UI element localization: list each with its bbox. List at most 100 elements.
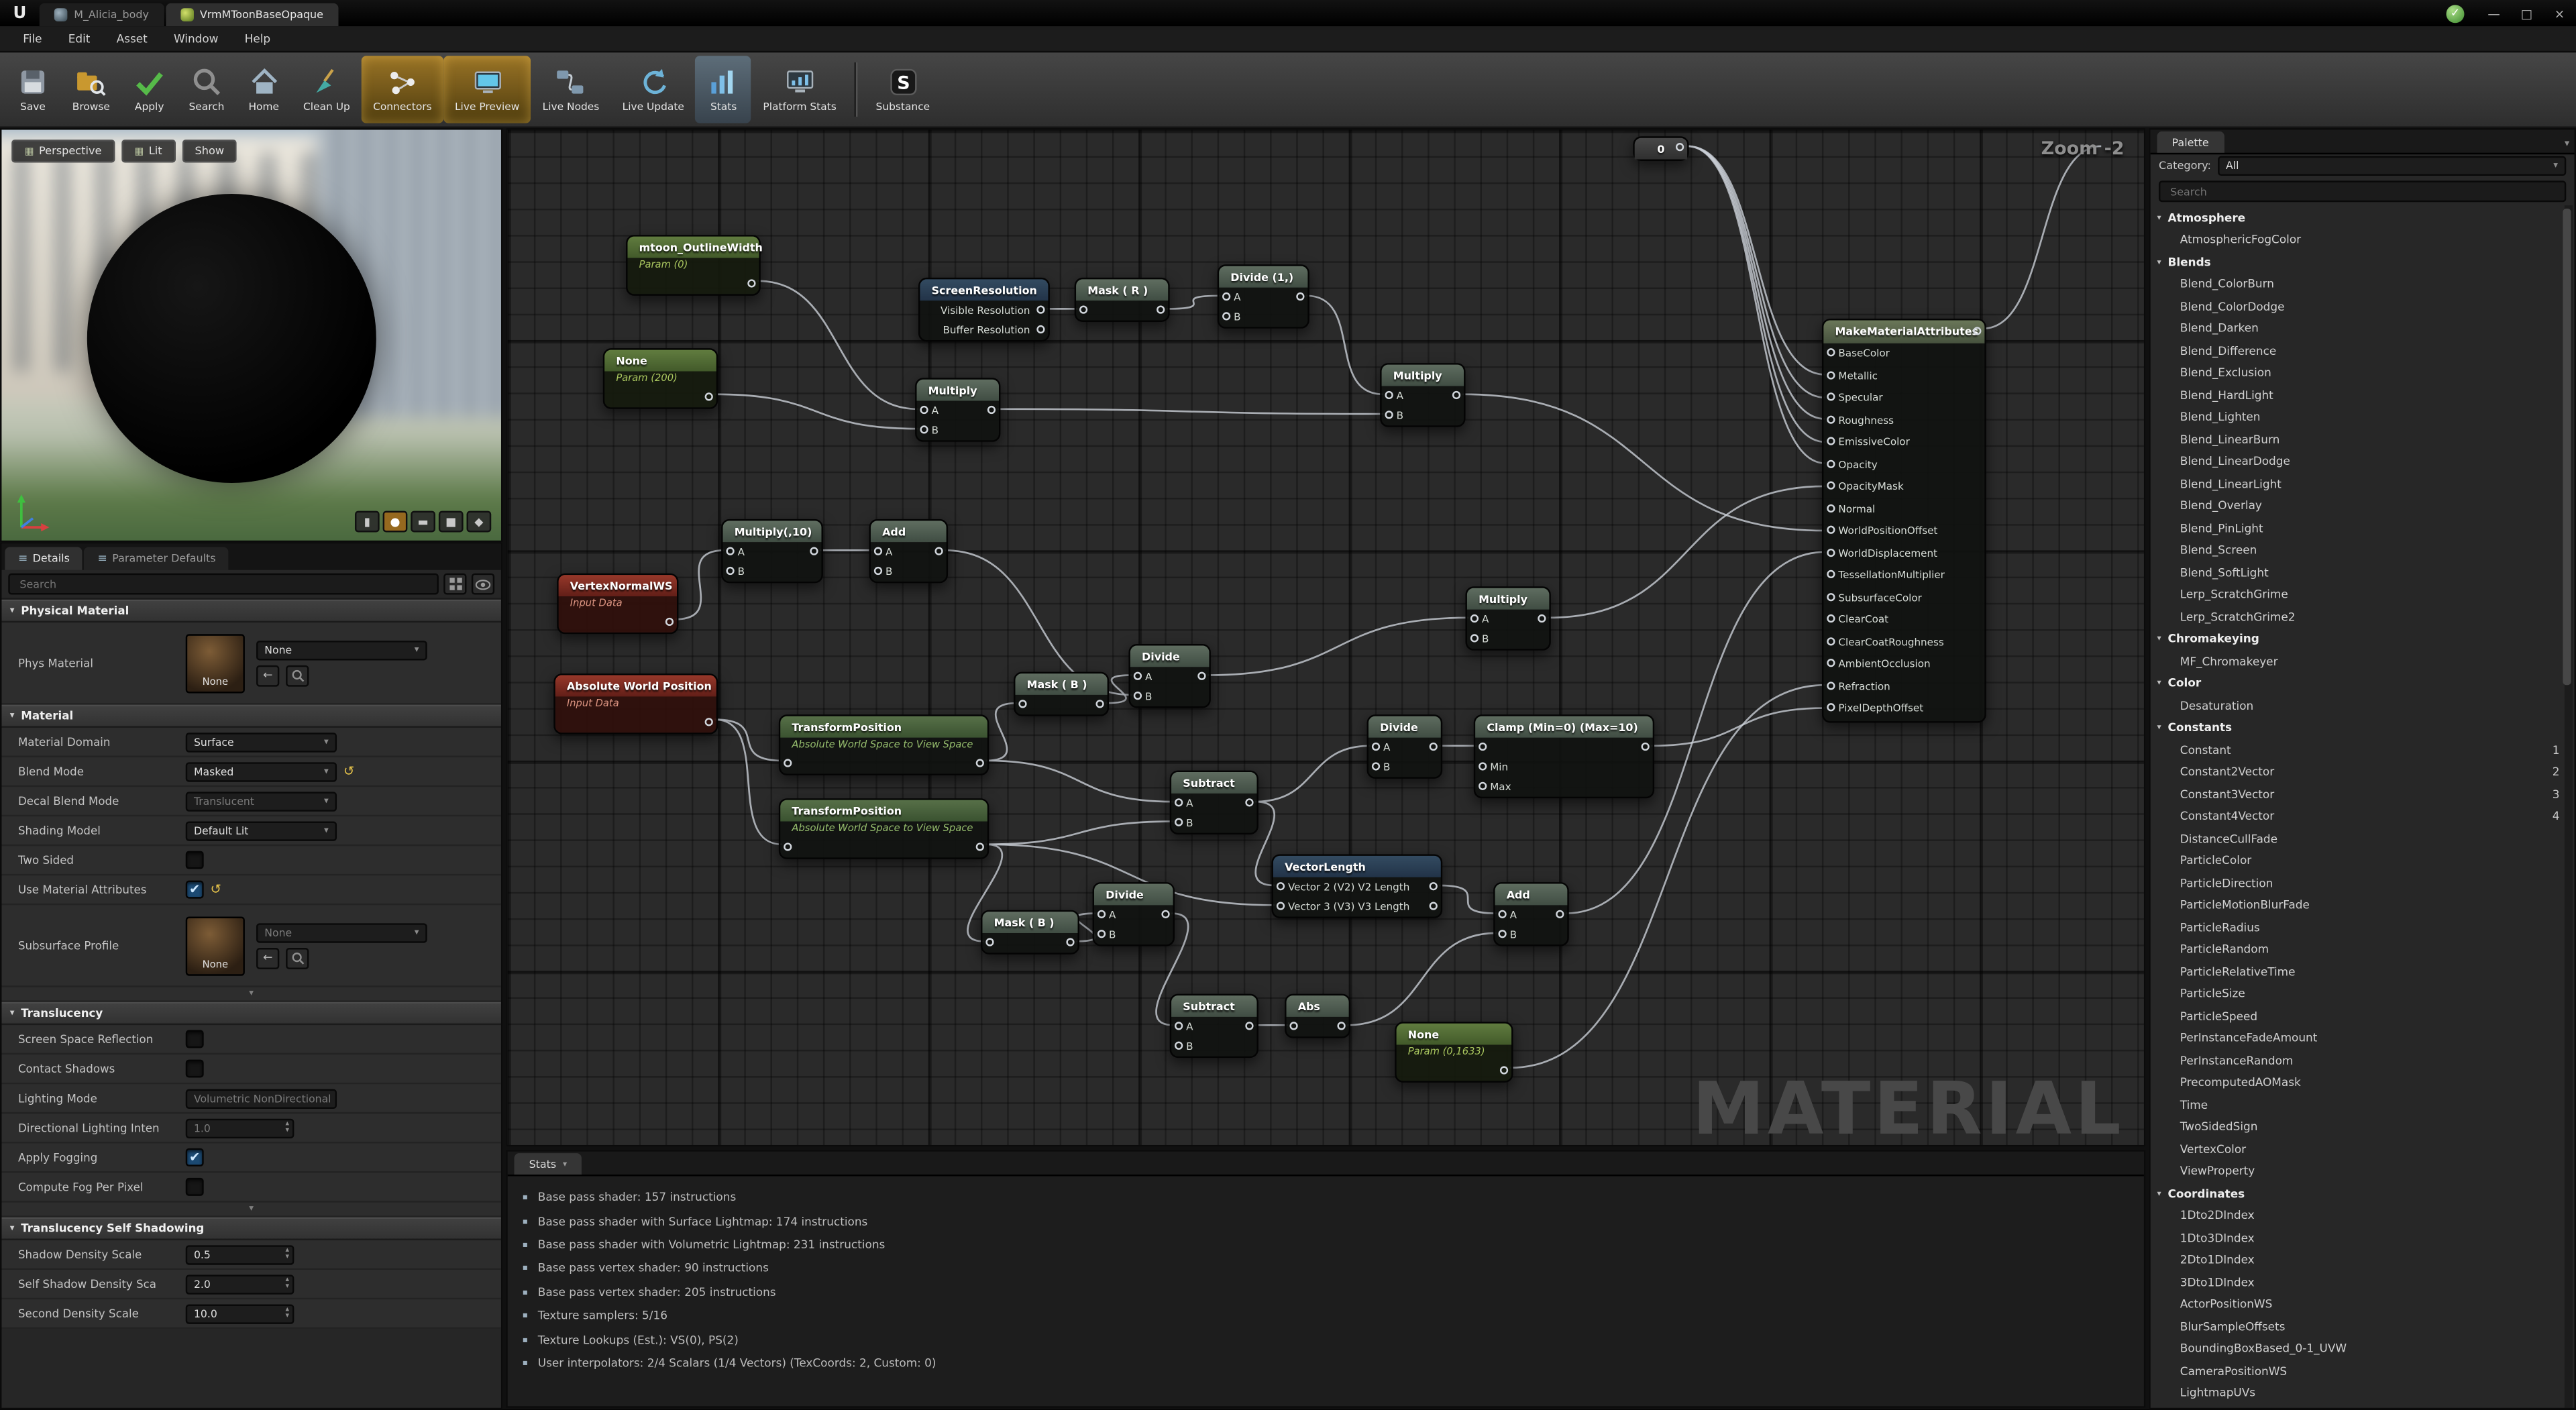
output-pin[interactable] (1676, 143, 1684, 151)
graph-node-param-01633[interactable]: NoneParam (0,1633) (1395, 1022, 1513, 1083)
palette-item-constant3vector[interactable]: Constant3Vector 3 (2151, 783, 2575, 806)
graph-node-multiply-right[interactable]: MultiplyAB (1380, 363, 1465, 427)
palette-item-lightmapuvs[interactable]: LightmapUVs (2151, 1382, 2575, 1405)
palette-item-blend-pinlight[interactable]: Blend_PinLight (2151, 517, 2575, 539)
graph-node-multiply-left[interactable]: MultiplyAB (915, 378, 1000, 442)
palette-item-viewproperty[interactable]: ViewProperty (2151, 1160, 2575, 1183)
reset-to-default-icon[interactable]: ↺ (343, 764, 354, 779)
directional-lighting-inten-field[interactable]: 1.0 ▴▾ (186, 1118, 294, 1138)
display-filter-icon[interactable] (443, 574, 466, 595)
output-pin[interactable] (1197, 671, 1205, 679)
palette-item-blend-colorburn[interactable]: Blend_ColorBurn (2151, 274, 2575, 296)
output-pin[interactable] (1245, 1021, 1253, 1029)
palette-category-dropdown[interactable]: All ▾ (2218, 156, 2566, 176)
spinner-arrows-icon[interactable]: ▴▾ (285, 1307, 289, 1319)
close-button[interactable]: × (2543, 0, 2576, 26)
spinner-arrows-icon[interactable]: ▴▾ (285, 1122, 289, 1134)
palette-item-blend-exclusion[interactable]: Blend_Exclusion (2151, 362, 2575, 384)
graph-node-const-0[interactable]: 0 (1633, 136, 1688, 161)
palette-item-3dto1dindex[interactable]: 3Dto1DIndex (2151, 1272, 2575, 1294)
palette-item-particledirection[interactable]: ParticleDirection (2151, 872, 2575, 894)
output-pin[interactable] (1036, 325, 1044, 333)
input-pin[interactable] (1827, 637, 1835, 645)
output-pin[interactable] (1157, 305, 1165, 313)
search-button[interactable]: Search (177, 56, 235, 123)
input-pin[interactable] (1222, 292, 1230, 300)
input-pin[interactable] (874, 566, 882, 574)
palette-item-blend-lineardodge[interactable]: Blend_LinearDodge (2151, 451, 2575, 473)
graph-node-mask-b-1[interactable]: Mask ( B ) (1014, 672, 1109, 716)
connectors-button[interactable]: Connectors (362, 56, 443, 123)
palette-item-mf-chromakeyer[interactable]: MF_Chromakeyer (2151, 651, 2575, 673)
input-pin[interactable] (1175, 1040, 1183, 1048)
palette-item-boundingboxbased-0-1-uvw[interactable]: BoundingBoxBased_0-1_UVW (2151, 1338, 2575, 1360)
shadow-density-scale-field[interactable]: 0.5 ▴▾ (186, 1244, 294, 1264)
stats-tab[interactable]: Stats ▾ (515, 1153, 582, 1175)
output-pin[interactable] (705, 392, 713, 400)
output-pin[interactable] (1500, 1065, 1508, 1073)
output-pin[interactable] (976, 758, 984, 766)
input-pin[interactable] (784, 758, 792, 766)
graph-node-divide-1[interactable]: Divide (1,)AB (1218, 264, 1309, 329)
input-pin[interactable] (1277, 901, 1285, 909)
preview-shape-sphere-button[interactable]: ● (383, 511, 408, 533)
output-pin[interactable] (976, 842, 984, 850)
graph-node-vertex-normal-ws[interactable]: VertexNormalWSInput Data (557, 574, 678, 635)
input-pin[interactable] (1289, 1021, 1297, 1029)
details-tab-details[interactable]: ≡ Details (5, 547, 83, 570)
browse-to-asset-icon[interactable] (286, 947, 309, 969)
palette-item-blend-lighten[interactable]: Blend_Lighten (2151, 406, 2575, 429)
output-pin[interactable] (1095, 699, 1104, 707)
palette-item-actorpositionws[interactable]: ActorPositionWS (2151, 1294, 2575, 1316)
input-pin[interactable] (1470, 633, 1479, 641)
input-pin[interactable] (1385, 390, 1393, 398)
palette-item-blend-colordodge[interactable]: Blend_ColorDodge (2151, 296, 2575, 318)
output-pin[interactable] (1066, 937, 1074, 945)
graph-node-vector-length[interactable]: VectorLengthVector 2 (V2) V2 LengthVecto… (1272, 854, 1443, 918)
stats-button[interactable]: Stats (696, 56, 751, 123)
apply-fogging-checkbox[interactable]: ✔ (186, 1148, 204, 1167)
graph-node-transform-position-1[interactable]: TransformPositionAbsolute World Space to… (779, 714, 989, 775)
compute-fog-per-pixel-checkbox[interactable] (186, 1178, 204, 1196)
input-pin[interactable] (784, 842, 792, 850)
input-pin[interactable] (1827, 437, 1835, 445)
input-pin[interactable] (1827, 415, 1835, 423)
input-pin[interactable] (1827, 548, 1835, 556)
section-collapse-strip[interactable]: ▾ (1, 987, 500, 1002)
output-pin[interactable] (1538, 614, 1546, 622)
output-pin[interactable] (1430, 742, 1438, 750)
input-pin[interactable] (726, 546, 734, 554)
output-pin[interactable] (934, 546, 943, 554)
input-pin[interactable] (1498, 929, 1506, 937)
output-pin[interactable] (1430, 881, 1438, 889)
menu-item-file[interactable]: File (10, 26, 55, 51)
output-pin[interactable] (1973, 326, 1981, 334)
graph-node-subtract-2[interactable]: SubtractAB (1170, 994, 1258, 1059)
palette-item-blend-hardlight[interactable]: Blend_HardLight (2151, 384, 2575, 406)
save-button[interactable]: Save (5, 56, 60, 123)
clean-up-button[interactable]: Clean Up (292, 56, 362, 123)
preview-mesh-sphere[interactable] (87, 194, 376, 483)
viewport-lit-button[interactable]: ▦ Lit (121, 140, 175, 162)
menu-item-window[interactable]: Window (160, 26, 231, 51)
output-pin[interactable] (1296, 292, 1304, 300)
details-tab-parameter-defaults[interactable]: ≡ Parameter Defaults (85, 547, 229, 570)
section-header-translucency[interactable]: ▾Translucency (1, 1002, 500, 1025)
output-pin[interactable] (1642, 742, 1650, 750)
palette-item-particlesize[interactable]: ParticleSize (2151, 983, 2575, 1006)
output-pin[interactable] (1430, 901, 1438, 909)
palette-item-2dto1dindex[interactable]: 2Dto1DIndex (2151, 1249, 2575, 1271)
output-pin[interactable] (810, 546, 818, 554)
graph-node-divide-mid[interactable]: DivideAB (1367, 714, 1443, 779)
palette-item-blend-overlay[interactable]: Blend_Overlay (2151, 495, 2575, 517)
palette-item-blend-difference[interactable]: Blend_Difference (2151, 340, 2575, 362)
palette-category-chromakeying[interactable]: ▾Chromakeying (2151, 629, 2575, 651)
output-pin[interactable] (1161, 910, 1169, 918)
palette-item-constant4vector[interactable]: Constant4Vector 4 (2151, 806, 2575, 828)
palette-item-lerp-scratchgrime[interactable]: Lerp_ScratchGrime (2151, 584, 2575, 606)
palette-item-distancecullfade[interactable]: DistanceCullFade (2151, 828, 2575, 850)
minimize-button[interactable]: — (2477, 0, 2510, 26)
subsurface-profile-thumbnail[interactable]: None (186, 916, 245, 975)
input-pin[interactable] (1175, 1021, 1183, 1029)
output-pin[interactable] (987, 405, 996, 413)
